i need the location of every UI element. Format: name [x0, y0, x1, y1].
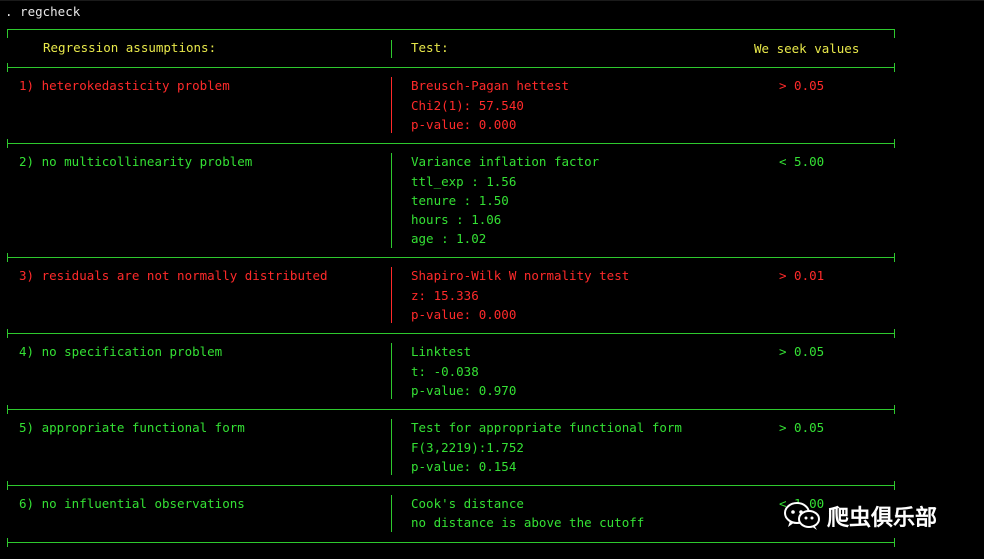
- header-seek-values: We seek values: [754, 41, 860, 56]
- watermark-text: 爬虫俱乐部: [827, 506, 938, 531]
- header-separator: [391, 40, 392, 58]
- left-tick: [7, 139, 8, 148]
- row-test-name: Cook's distance: [411, 496, 524, 511]
- row-test-name: Breusch-Pagan hettest: [411, 78, 570, 93]
- left-tick: [7, 405, 8, 414]
- right-tick: [894, 139, 895, 148]
- command-line: . regcheck: [5, 4, 81, 19]
- table-top-rule: [7, 29, 895, 30]
- row-detail: p-value: 0.154: [411, 459, 517, 474]
- row-divider: [7, 485, 895, 486]
- row-label: 5) appropriate functional form: [19, 420, 245, 435]
- wechat-logo-icon: [784, 502, 820, 530]
- row-separator: [391, 267, 392, 323]
- right-tick: [894, 253, 895, 262]
- row-label: 2) no multicollinearity problem: [19, 154, 253, 169]
- left-tick: [7, 481, 8, 490]
- left-tick: [7, 329, 8, 338]
- row-detail: p-value: 0.000: [411, 307, 517, 322]
- row-criterion: > 0.01: [779, 268, 825, 283]
- row-detail: tenure : 1.50: [411, 193, 509, 208]
- row-separator: [391, 495, 392, 532]
- row-detail: ttl_exp : 1.56: [411, 174, 517, 189]
- row-label: 3) residuals are not normally distribute…: [19, 268, 328, 283]
- row-detail: p-value: 0.000: [411, 117, 517, 132]
- row-detail: hours : 1.06: [411, 212, 502, 227]
- row-separator: [391, 419, 392, 475]
- right-tick: [894, 29, 895, 38]
- header-bottom-rule: [7, 67, 895, 68]
- right-tick: [894, 481, 895, 490]
- row-divider: [7, 257, 895, 258]
- row-test-name: Shapiro-Wilk W normality test: [411, 268, 630, 283]
- left-tick: [7, 538, 8, 547]
- right-tick: [894, 63, 895, 72]
- header-test: Test:: [411, 40, 449, 55]
- row-criterion: > 0.05: [779, 78, 825, 93]
- row-detail: F(3,2219):1.752: [411, 440, 524, 455]
- right-tick: [894, 329, 895, 338]
- row-separator: [391, 343, 392, 399]
- row-test-name: Variance inflation factor: [411, 154, 600, 169]
- row-label: 4) no specification problem: [19, 344, 223, 359]
- watermark: 爬虫俱乐部: [783, 498, 937, 534]
- row-label: 1) heterokedasticity problem: [19, 78, 230, 93]
- row-criterion: < 5.00: [779, 154, 825, 169]
- row-test-name: Linktest: [411, 344, 472, 359]
- row-criterion: > 0.05: [779, 420, 825, 435]
- row-detail: p-value: 0.970: [411, 383, 517, 398]
- left-tick: [7, 63, 8, 72]
- row-detail: no distance is above the cutoff: [411, 515, 645, 530]
- header-assumptions: Regression assumptions:: [43, 40, 217, 55]
- right-tick: [894, 538, 895, 547]
- row-detail: t: -0.038: [411, 364, 479, 379]
- row-divider: [7, 409, 895, 410]
- row-label: 6) no influential observations: [19, 496, 245, 511]
- table-bottom-rule: [7, 542, 895, 543]
- row-separator: [391, 77, 392, 133]
- left-tick: [7, 253, 8, 262]
- window-top-edge: [0, 0, 984, 1]
- left-tick: [7, 29, 8, 38]
- row-detail: Chi2(1): 57.540: [411, 98, 524, 113]
- row-criterion: > 0.05: [779, 344, 825, 359]
- row-divider: [7, 333, 895, 334]
- right-tick: [894, 405, 895, 414]
- row-separator: [391, 153, 392, 248]
- row-divider: [7, 143, 895, 144]
- row-test-name: Test for appropriate functional form: [411, 420, 682, 435]
- row-detail: age : 1.02: [411, 231, 487, 246]
- row-detail: z: 15.336: [411, 288, 479, 303]
